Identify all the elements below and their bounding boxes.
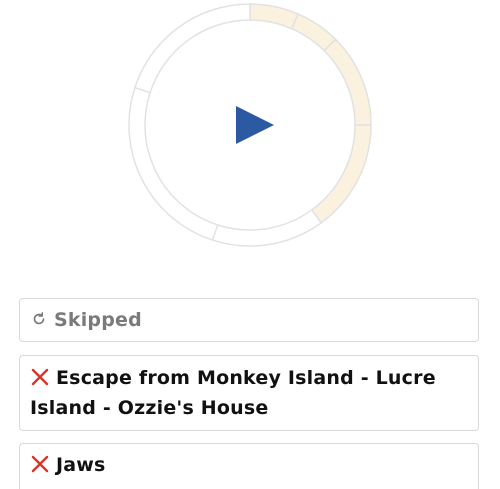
- ring-segment-4: [310, 124, 372, 224]
- ring-segment-5: [211, 208, 323, 247]
- guess-row-skipped: Skipped: [19, 298, 479, 342]
- close-icon: [31, 368, 49, 386]
- ring-segment-7: [133, 3, 251, 94]
- ring-segment-6: [128, 86, 219, 242]
- skip-icon: [33, 312, 45, 325]
- guess-text: Skipped: [54, 309, 142, 331]
- guess-row-wrong: Jaws: [19, 443, 479, 489]
- guess-text: Jaws: [56, 454, 106, 476]
- progress-ring: [128, 3, 372, 247]
- close-icon: [31, 455, 49, 473]
- guess-row-wrong: Escape from Monkey Island - Lucre Island…: [19, 355, 479, 431]
- audio-player: [127, 2, 373, 248]
- ring-segment-3: [323, 38, 372, 126]
- guess-text: Escape from Monkey Island - Lucre Island…: [30, 367, 436, 419]
- play-button[interactable]: [210, 85, 290, 165]
- ring-segment-1: [249, 3, 300, 30]
